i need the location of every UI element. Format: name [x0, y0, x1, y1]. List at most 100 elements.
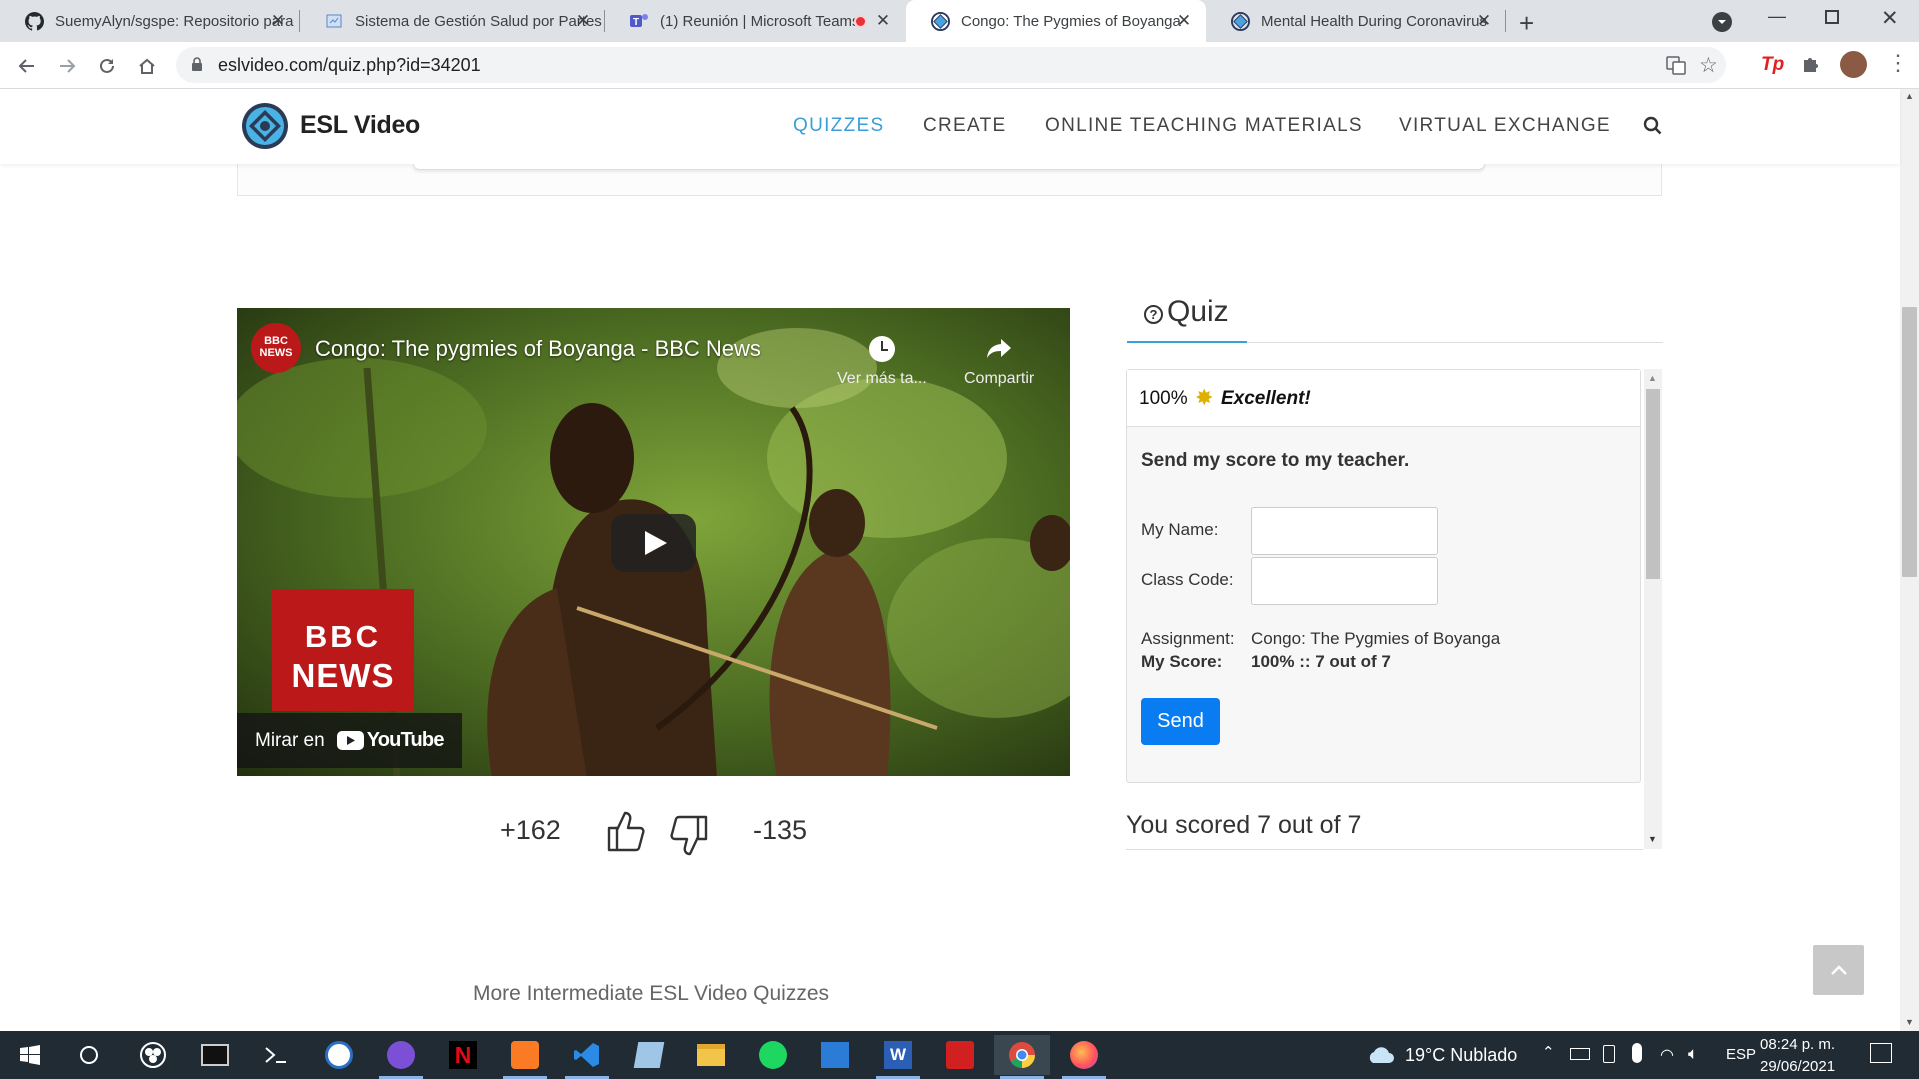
file-explorer-icon[interactable]: [683, 1035, 739, 1075]
browser-menu-icon[interactable]: ⋮: [1887, 51, 1909, 75]
forward-icon[interactable]: [53, 52, 81, 80]
firefox-icon[interactable]: [1056, 1035, 1112, 1079]
tab-title: Congo: The Pygmies of Boyanga: [961, 12, 1181, 30]
video-title[interactable]: Congo: The pygmies of Boyanga - BBC News: [315, 336, 761, 362]
likes-count: +162: [500, 815, 561, 845]
quiz-scrollbar[interactable]: ▲ ▼: [1644, 369, 1662, 849]
browser-tab-3[interactable]: T (1) Reunión | Microsoft Teams ✕: [605, 0, 905, 42]
tab-quiz[interactable]: ? Quiz: [1127, 293, 1247, 343]
app-tile-icon[interactable]: [621, 1035, 677, 1075]
name-input[interactable]: [1251, 507, 1438, 555]
tab-title: Sistema de Gestión Salud por Partes: [355, 12, 602, 30]
close-tab-icon[interactable]: ✕: [1174, 11, 1194, 31]
quiz-scrollbar-thumb[interactable]: [1646, 389, 1660, 579]
scroll-down-icon[interactable]: ▼: [1905, 1017, 1914, 1027]
browser-tab-2[interactable]: Sistema de Gestión Salud por Partes ✕: [300, 0, 605, 42]
input-language[interactable]: ESP: [1726, 1046, 1756, 1063]
home-icon[interactable]: [133, 52, 161, 80]
windows-start-icon[interactable]: [2, 1035, 58, 1075]
youtube-video-player[interactable]: BBC NEWS Congo: The pygmies of Boyanga -…: [237, 308, 1070, 776]
github-desktop-icon[interactable]: [373, 1035, 429, 1079]
clock-icon: [868, 336, 895, 362]
watch-on-youtube-button[interactable]: Mirar en YouTube: [237, 713, 462, 768]
nav-quizzes[interactable]: QUIZZES: [793, 115, 884, 137]
thumbs-down-icon[interactable]: [670, 815, 710, 862]
svg-text:T: T: [633, 17, 639, 28]
spotify-icon[interactable]: [745, 1035, 801, 1075]
onedrive-app-icon[interactable]: [311, 1035, 367, 1075]
more-quizzes-heading[interactable]: More Intermediate ESL Video Quizzes: [473, 982, 829, 1006]
clock-date: 29/06/2021: [1760, 1058, 1836, 1075]
scroll-down-icon[interactable]: ▼: [1648, 834, 1657, 844]
address-bar[interactable]: eslvideo.com/quiz.php?id=34201 ☆: [176, 47, 1726, 83]
score-percent: 100%: [1139, 388, 1188, 409]
translate-icon[interactable]: [1666, 55, 1686, 80]
close-tab-icon[interactable]: ✕: [573, 11, 593, 31]
volume-icon[interactable]: 🔈︎: [1688, 1044, 1698, 1064]
nav-virtual-exchange[interactable]: VIRTUAL EXCHANGE: [1399, 115, 1611, 137]
vscode-icon[interactable]: [559, 1035, 615, 1079]
battery-icon[interactable]: [1570, 1048, 1590, 1060]
nav-create[interactable]: CREATE: [923, 115, 1006, 137]
name-label: My Name:: [1141, 520, 1219, 539]
back-to-top-button[interactable]: [1813, 945, 1864, 995]
chrome-icon[interactable]: [994, 1035, 1050, 1079]
photos-icon[interactable]: [807, 1035, 863, 1075]
xampp-icon[interactable]: [497, 1035, 553, 1079]
extensions-puzzle-icon[interactable]: [1801, 54, 1821, 79]
browser-tab-5[interactable]: Mental Health During Coronavirus ✕: [1206, 0, 1506, 42]
page-scrollbar[interactable]: ▲ ▼: [1900, 89, 1919, 1031]
dislikes-count: -135: [753, 815, 808, 845]
tab-title: Mental Health During Coronavirus: [1261, 12, 1487, 30]
close-tab-icon[interactable]: ✕: [873, 11, 893, 31]
extension-tp-icon[interactable]: Tp: [1761, 54, 1784, 76]
profile-avatar[interactable]: [1840, 51, 1867, 78]
scroll-up-icon[interactable]: ▲: [1905, 91, 1914, 101]
windows-taskbar: N W 19°C Nublado ⌃ ◠ 🔈︎ ESP 08:24 p. m. …: [0, 1031, 1919, 1079]
weather-text[interactable]: 19°C Nublado: [1405, 1045, 1517, 1066]
play-button[interactable]: [611, 514, 696, 572]
page-scrollbar-thumb[interactable]: [1902, 307, 1917, 577]
tab-search-icon[interactable]: [1712, 12, 1732, 32]
terminal-icon[interactable]: [187, 1035, 243, 1075]
new-tab-icon[interactable]: +: [1519, 8, 1534, 39]
site-logo-text[interactable]: ESL Video: [300, 111, 420, 140]
device-icon[interactable]: [1603, 1045, 1615, 1063]
bookmark-star-icon[interactable]: ☆: [1699, 53, 1718, 78]
browser-tab-1[interactable]: SuemyAlyn/sgspe: Repositorio para ✕: [0, 0, 300, 42]
play-icon: [645, 531, 667, 555]
system-clock[interactable]: 08:24 p. m. 29/06/2021: [1760, 1034, 1835, 1078]
nav-online-teaching-materials[interactable]: ONLINE TEACHING MATERIALS: [1045, 115, 1363, 137]
class-code-input[interactable]: [1251, 557, 1438, 605]
netflix-icon[interactable]: N: [435, 1035, 491, 1075]
back-icon[interactable]: [13, 52, 41, 80]
divider: [1126, 849, 1643, 850]
reload-icon[interactable]: [93, 52, 121, 80]
thumbs-up-icon[interactable]: [605, 810, 645, 857]
close-tab-icon[interactable]: ✕: [268, 11, 288, 31]
cortana-search-icon[interactable]: [61, 1035, 117, 1075]
window-close-icon[interactable]: ✕: [1881, 6, 1899, 31]
restore-icon[interactable]: [1825, 10, 1839, 24]
eslvideo-icon: [930, 11, 950, 31]
question-circle-icon: ?: [1144, 305, 1163, 324]
lock-icon[interactable]: [191, 57, 203, 77]
tab-title: (1) Reunión | Microsoft Teams: [660, 12, 855, 30]
browser-tab-4-active[interactable]: Congo: The Pygmies of Boyanga ✕: [906, 0, 1206, 42]
minimize-icon[interactable]: —: [1768, 6, 1786, 27]
wifi-icon[interactable]: ◠: [1660, 1045, 1674, 1065]
powershell-icon[interactable]: [248, 1035, 304, 1075]
esl-video-logo-icon[interactable]: [240, 101, 290, 156]
show-hidden-icons-icon[interactable]: ⌃: [1542, 1043, 1555, 1061]
send-button[interactable]: Send: [1141, 698, 1220, 745]
close-tab-icon[interactable]: ✕: [1474, 11, 1494, 31]
obs-icon[interactable]: [125, 1035, 181, 1075]
word-icon[interactable]: W: [870, 1035, 926, 1079]
microphone-icon[interactable]: [1632, 1043, 1642, 1063]
scroll-up-icon[interactable]: ▲: [1648, 373, 1657, 383]
acrobat-icon[interactable]: [932, 1035, 988, 1075]
channel-avatar[interactable]: BBC NEWS: [251, 323, 301, 373]
notifications-icon[interactable]: [1870, 1043, 1892, 1063]
search-icon[interactable]: [1643, 116, 1663, 141]
eslvideo-icon: [1230, 11, 1250, 31]
